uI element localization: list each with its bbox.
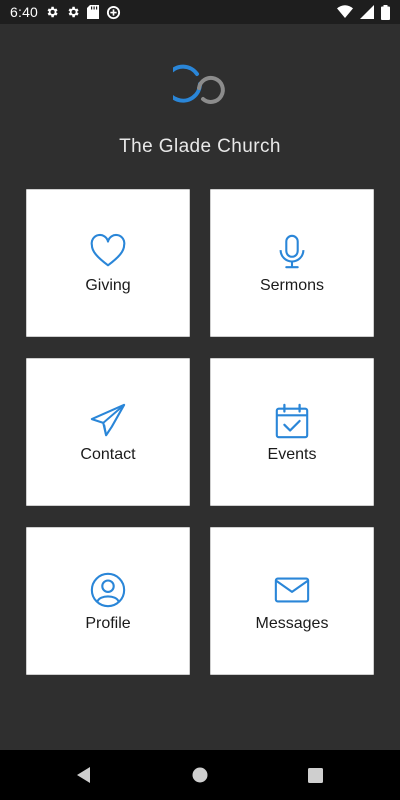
paper-plane-icon [89,402,127,440]
tile-label: Profile [85,615,131,632]
tile-contact[interactable]: Contact [26,358,190,506]
tile-events[interactable]: Events [210,358,374,506]
gear-icon [66,5,80,19]
battery-icon [381,4,390,20]
microphone-icon [273,233,311,271]
menu-grid: Giving Sermons Contact Events Profile Me… [26,189,374,675]
gear-icon [45,5,59,19]
tile-label: Messages [255,615,329,632]
user-circle-icon [89,571,127,609]
tile-label: Contact [80,446,136,463]
tile-label: Giving [85,277,131,294]
tile-messages[interactable]: Messages [210,527,374,675]
envelope-icon [273,571,311,609]
calendar-check-icon [273,402,311,440]
home-icon[interactable] [170,750,230,800]
status-time: 6:40 [10,4,39,20]
recents-icon[interactable] [285,750,345,800]
status-right [337,4,390,20]
data-saver-icon [106,5,121,20]
status-left: 6:40 [10,4,121,20]
tile-label: Sermons [259,277,325,294]
tile-giving[interactable]: Giving [26,189,190,337]
back-icon[interactable] [54,750,114,800]
tile-sermons[interactable]: Sermons [210,189,374,337]
wifi-icon [337,5,353,19]
status-bar: 6:40 [0,0,400,24]
church-logo [164,62,227,110]
tile-profile[interactable]: Profile [26,527,190,675]
church-name: The Glade Church [119,136,281,157]
navigation-bar [0,750,400,800]
tile-label: Events [267,446,317,463]
sd-card-icon [87,5,100,19]
cellular-icon [360,5,374,19]
heart-icon [89,233,127,271]
